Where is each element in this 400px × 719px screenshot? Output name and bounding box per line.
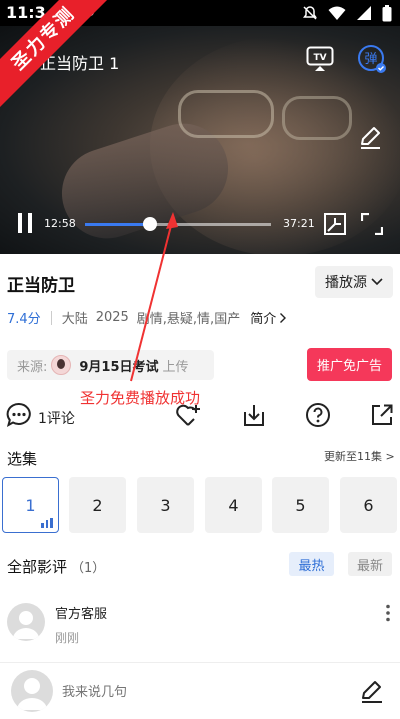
score: 7.4分 <box>7 312 41 327</box>
episode-number: 4 <box>228 495 239 515</box>
episode-number: 3 <box>160 495 171 515</box>
progress-thumb[interactable] <box>142 217 157 231</box>
meta-divider <box>50 310 52 325</box>
episode-number: 1 <box>25 495 36 515</box>
video-frame-glasses <box>178 90 274 138</box>
chevron-right-icon[interactable] <box>279 312 287 324</box>
uploader-chip[interactable]: 来源: 9月15日考试 上传 <box>7 350 214 380</box>
episodes-update-link[interactable]: 更新至11集 > <box>324 448 395 464</box>
uploader-avatar <box>51 355 72 375</box>
divider <box>0 662 400 663</box>
reviewer-name[interactable]: 官方客服 <box>55 603 107 622</box>
from-label: 来源: <box>17 359 48 375</box>
year: 2025 <box>95 310 129 325</box>
episode-item[interactable]: 6 <box>340 477 397 533</box>
play-source-label: 播放源 <box>325 275 367 291</box>
progress-slider[interactable] <box>85 217 271 231</box>
battery-icon <box>382 4 392 21</box>
sort-new-tab[interactable]: 最新 <box>348 552 392 576</box>
more-options-icon[interactable] <box>384 604 392 622</box>
comment-input[interactable] <box>62 680 342 704</box>
review-time: 刚刚 <box>55 631 80 645</box>
play-source-button[interactable]: 播放源 <box>315 266 393 298</box>
video-player[interactable]: 正当防卫 1 TV 弹 12:58 37:21 <box>0 26 400 254</box>
user-icon <box>17 678 47 710</box>
chevron-down-icon <box>371 278 383 286</box>
episode-number: 2 <box>92 495 103 515</box>
danmu-send-icon[interactable] <box>358 126 382 150</box>
episode-item[interactable]: 5 <box>272 477 329 533</box>
show-meta: 7.4分 大陆 2025 剧情,悬疑,情,国产 简介 <box>7 308 287 327</box>
region: 大陆 <box>61 312 88 327</box>
download-icon[interactable] <box>241 402 267 428</box>
promo-ad-free-button[interactable]: 推广免广告 <box>307 348 392 381</box>
danmu-toggle-icon[interactable]: 弹 <box>357 44 387 74</box>
wifi-icon <box>328 6 346 20</box>
pip-icon[interactable] <box>324 213 346 235</box>
uploader-name: 9月15日考试 <box>79 359 159 375</box>
episode-item[interactable]: 3 <box>137 477 194 533</box>
my-avatar[interactable] <box>11 670 53 712</box>
episode-item[interactable]: 4 <box>205 477 262 533</box>
app-screen: 11:3 正当防卫 1 TV 弹 12:58 37:21 圣力专测 正当防卫 播… <box>0 0 400 719</box>
reviews-heading: 全部影评 （1） <box>7 556 105 577</box>
intro-link[interactable]: 简介 <box>250 308 276 327</box>
sort-hot-tab[interactable]: 最热 <box>289 552 334 576</box>
mute-icon <box>303 6 317 20</box>
reviews-count: （1） <box>71 561 106 576</box>
reviewer-avatar[interactable] <box>7 603 45 641</box>
cast-tv-icon[interactable]: TV <box>306 46 334 72</box>
upload-text: 上传 <box>162 359 189 375</box>
share-icon[interactable] <box>369 402 395 428</box>
edit-comment-icon[interactable] <box>360 680 384 704</box>
comment-icon[interactable] <box>6 402 32 428</box>
episode-item[interactable]: 1 <box>2 477 59 533</box>
progress-fill <box>85 223 150 226</box>
tv-label: TV <box>313 53 326 63</box>
episode-item[interactable]: 2 <box>69 477 126 533</box>
comment-count[interactable]: 1评论 <box>38 408 75 428</box>
user-icon <box>13 611 39 639</box>
episodes-heading: 选集 <box>7 450 38 468</box>
genres: 剧情,悬疑,情,国产 <box>136 312 241 327</box>
danmu-label: 弹 <box>364 52 377 67</box>
total-time: 37:21 <box>283 217 315 230</box>
current-time: 12:58 <box>44 217 76 230</box>
show-title: 正当防卫 <box>7 276 75 296</box>
fullscreen-icon[interactable] <box>361 213 383 235</box>
reviews-heading-label: 全部影评 <box>7 558 68 576</box>
pause-icon[interactable] <box>16 212 34 234</box>
overlay-annotation-text: 圣力免费播放成功 <box>80 389 201 407</box>
episode-number: 6 <box>363 495 374 515</box>
signal-icon <box>357 6 371 20</box>
episode-number: 5 <box>295 495 306 515</box>
playing-bars-icon <box>41 518 54 528</box>
help-icon[interactable] <box>305 402 331 428</box>
video-frame-glasses-right <box>282 96 352 140</box>
status-icons <box>302 4 392 22</box>
